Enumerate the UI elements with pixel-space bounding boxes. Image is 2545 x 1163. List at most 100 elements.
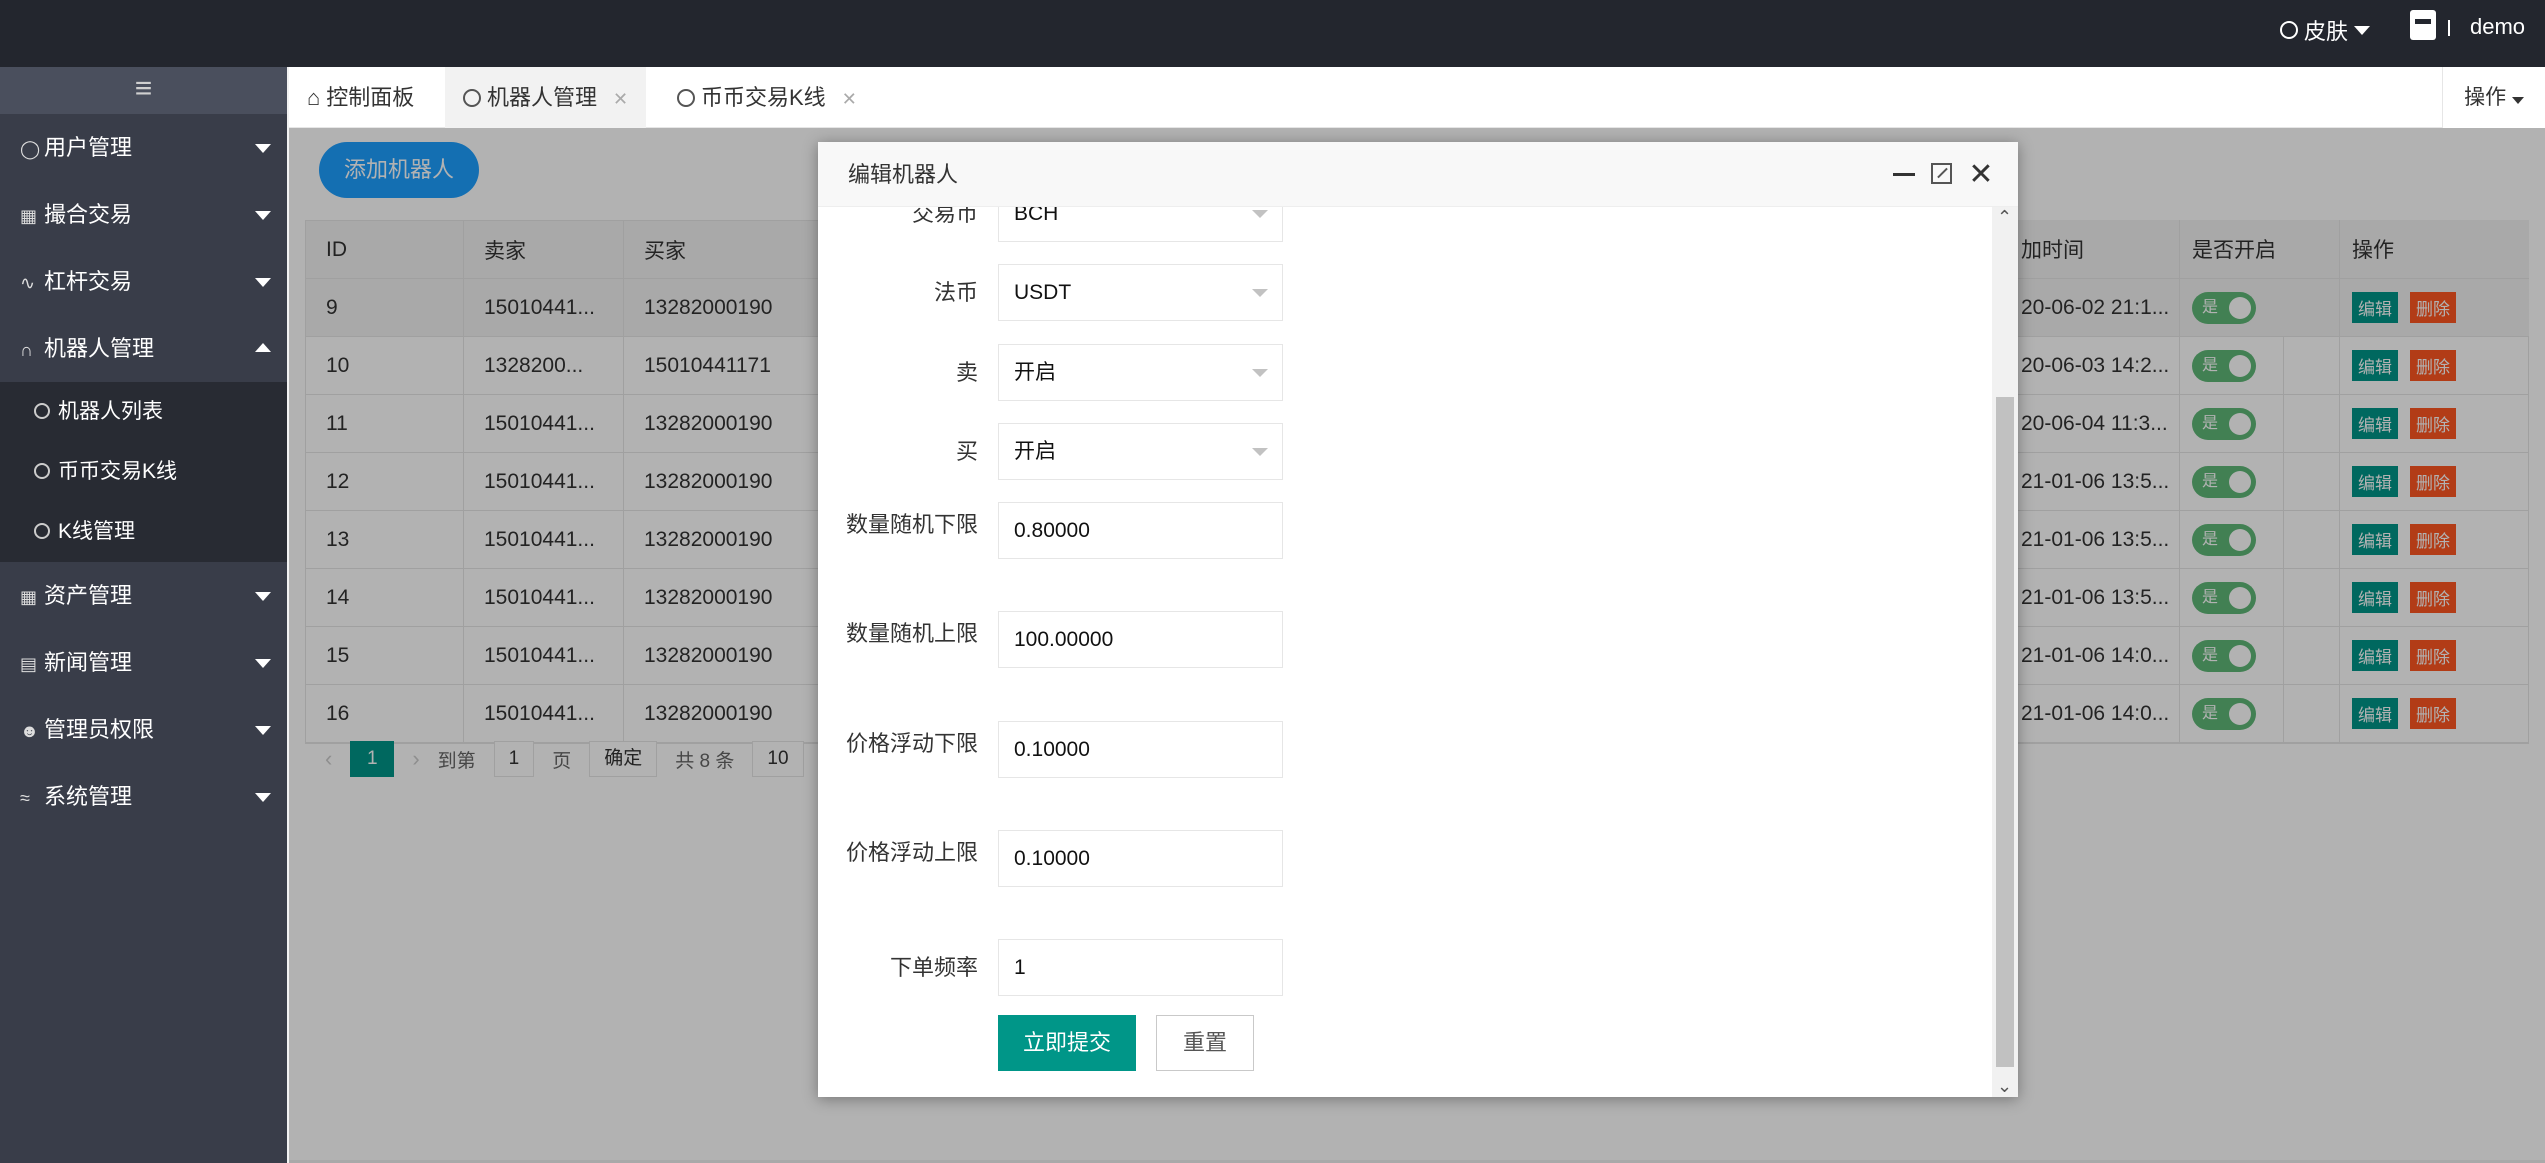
select-value: BCH bbox=[1014, 207, 1059, 225]
headset-icon: ∩ bbox=[20, 340, 33, 360]
sidebar-item-asset-management[interactable]: ▦ 资产管理 bbox=[0, 562, 287, 629]
qty-min-input[interactable]: 0.80000 bbox=[998, 502, 1283, 559]
chevron-down-icon bbox=[1252, 448, 1268, 456]
sidebar-item-label: 新闻管理 bbox=[44, 650, 133, 675]
submit-button[interactable]: 立即提交 bbox=[998, 1015, 1136, 1071]
sidebar-subitem-robot-list[interactable]: 机器人列表 bbox=[0, 382, 287, 442]
qty-max-input[interactable]: 100.00000 bbox=[998, 611, 1283, 668]
close-icon[interactable]: ✕ bbox=[613, 89, 628, 109]
top-header: 皮肤 demo bbox=[0, 0, 2545, 67]
caret-down-icon bbox=[255, 793, 271, 802]
sidebar-item-news-management[interactable]: ▤ 新闻管理 bbox=[0, 629, 287, 696]
menu-toggle-icon[interactable]: ≡ bbox=[0, 67, 287, 114]
sidebar-item-label: 机器人管理 bbox=[44, 336, 155, 361]
sidebar-item-label: 撮合交易 bbox=[44, 202, 133, 227]
close-icon[interactable]: ✕ bbox=[842, 89, 857, 109]
price-min-input[interactable]: 0.10000 bbox=[998, 721, 1283, 778]
edit-robot-dialog: 编辑机器人 ✕ 交易币 BCH 法币 USDT 卖 开启 买 开启 数量随机下限… bbox=[818, 142, 2018, 1097]
dialog-title-bar: 编辑机器人 ✕ bbox=[818, 142, 2018, 207]
caret-down-icon bbox=[255, 144, 271, 153]
caret-down-icon bbox=[255, 278, 271, 287]
chevron-up-icon[interactable]: ⌃ bbox=[1997, 207, 2012, 228]
field-label: 价格浮动下限 bbox=[845, 731, 978, 756]
document-icon: ▤ bbox=[20, 654, 38, 674]
maximize-icon[interactable] bbox=[1931, 163, 1952, 184]
sidebar-item-system-management[interactable]: ≈ 系统管理 bbox=[0, 763, 287, 830]
users-icon: ☻ bbox=[20, 721, 39, 741]
operations-label: 操作 bbox=[2464, 86, 2507, 109]
field-label: 卖 bbox=[955, 360, 978, 385]
table-icon: ▦ bbox=[20, 587, 38, 607]
sidebar-item-leverage-trade[interactable]: ∿ 杠杆交易 bbox=[0, 248, 287, 315]
operations-menu[interactable]: 操作 bbox=[2442, 67, 2545, 128]
sidebar-item-label: 用户管理 bbox=[44, 135, 133, 160]
skin-label: 皮肤 bbox=[2304, 19, 2349, 44]
frequency-input[interactable]: 1 bbox=[998, 939, 1283, 996]
buy-select[interactable]: 开启 bbox=[998, 423, 1283, 480]
caret-down-icon bbox=[255, 211, 271, 220]
subitem-label: 币币交易K线 bbox=[58, 460, 178, 483]
caret-down-icon bbox=[2354, 25, 2371, 35]
sidebar-item-label: 杠杆交易 bbox=[44, 269, 133, 294]
dialog-scrollbar[interactable]: ⌃ ⌄ bbox=[1992, 207, 2018, 1097]
close-icon[interactable]: ✕ bbox=[1966, 142, 1996, 207]
circle-icon bbox=[2280, 21, 2298, 39]
robot-submenu: 机器人列表 币币交易K线 K线管理 bbox=[0, 382, 287, 562]
caret-down-icon bbox=[255, 726, 271, 735]
sidebar-item-robot-management[interactable]: ∩ 机器人管理 bbox=[0, 315, 287, 382]
tab-label: 币币交易K线 bbox=[701, 85, 826, 110]
tab-bar: ⌂ 控制面板 机器人管理 ✕ 币币交易K线 ✕ 操作 bbox=[289, 67, 2545, 128]
caret-down-icon bbox=[2511, 97, 2524, 104]
tab-label: 控制面板 bbox=[326, 85, 415, 110]
chevron-down-icon bbox=[1252, 369, 1268, 377]
dialog-title: 编辑机器人 bbox=[848, 162, 959, 187]
tab-dashboard[interactable]: ⌂ 控制面板 bbox=[289, 67, 432, 128]
subitem-label: 机器人列表 bbox=[58, 400, 163, 423]
scrollbar-thumb[interactable] bbox=[1996, 397, 2014, 1067]
clock-icon bbox=[34, 463, 50, 479]
sidebar-item-label: 管理员权限 bbox=[44, 717, 155, 742]
clock-icon bbox=[463, 89, 481, 107]
field-label: 价格浮动上限 bbox=[845, 840, 978, 865]
skin-menu[interactable]: 皮肤 bbox=[2280, 14, 2371, 46]
sidebar-subitem-kline-management[interactable]: K线管理 bbox=[0, 502, 287, 562]
clock-icon bbox=[677, 89, 695, 107]
price-max-input[interactable]: 0.10000 bbox=[998, 830, 1283, 887]
caret-down-icon bbox=[255, 592, 271, 601]
field-label: 买 bbox=[955, 439, 978, 464]
tab-robot-management[interactable]: 机器人管理 ✕ bbox=[445, 67, 647, 128]
field-label: 数量随机上限 bbox=[845, 621, 978, 646]
sidebar-item-label: 系统管理 bbox=[44, 784, 133, 809]
clock-icon bbox=[34, 403, 50, 419]
sell-select[interactable]: 开启 bbox=[998, 344, 1283, 401]
chevron-down-icon[interactable]: ⌄ bbox=[1997, 1076, 2012, 1097]
clock-icon bbox=[34, 523, 50, 539]
select-value: 开启 bbox=[1014, 440, 1056, 463]
minimize-icon[interactable] bbox=[1893, 173, 1915, 176]
sidebar-item-matching-trade[interactable]: ▦ 撮合交易 bbox=[0, 181, 287, 248]
tab-label: 机器人管理 bbox=[487, 85, 598, 110]
user-icon: ◯ bbox=[20, 139, 41, 159]
select-value: 开启 bbox=[1014, 361, 1056, 384]
sidebar-subitem-kline[interactable]: 币币交易K线 bbox=[0, 442, 287, 502]
tools-icon: ≈ bbox=[20, 788, 30, 808]
subitem-label: K线管理 bbox=[58, 520, 136, 543]
select-value: USDT bbox=[1014, 281, 1072, 304]
sidebar-item-label: 资产管理 bbox=[44, 583, 133, 608]
field-label: 法币 bbox=[933, 280, 978, 305]
user-name[interactable]: demo bbox=[2470, 14, 2525, 40]
caret-up-icon bbox=[255, 343, 271, 352]
chevron-down-icon bbox=[1252, 289, 1268, 297]
divider bbox=[2448, 20, 2450, 36]
dialog-body: 交易币 BCH 法币 USDT 卖 开启 买 开启 数量随机下限 0.80000… bbox=[818, 207, 1990, 1097]
reset-button[interactable]: 重置 bbox=[1156, 1015, 1254, 1071]
fiat-select[interactable]: USDT bbox=[998, 264, 1283, 321]
sidebar: ≡ ◯ 用户管理 ▦ 撮合交易 ∿ 杠杆交易 ∩ 机器人管理 机器人列表 币币交易K线 … bbox=[0, 67, 287, 1163]
tab-kline[interactable]: 币币交易K线 ✕ bbox=[659, 67, 875, 128]
chevron-down-icon bbox=[1252, 210, 1268, 218]
chart-line-icon: ∿ bbox=[20, 273, 36, 293]
sidebar-item-user-management[interactable]: ◯ 用户管理 bbox=[0, 114, 287, 181]
avatar[interactable] bbox=[2410, 10, 2436, 40]
trade-coin-select[interactable]: BCH bbox=[998, 207, 1283, 242]
sidebar-item-admin-permissions[interactable]: ☻ 管理员权限 bbox=[0, 696, 287, 763]
